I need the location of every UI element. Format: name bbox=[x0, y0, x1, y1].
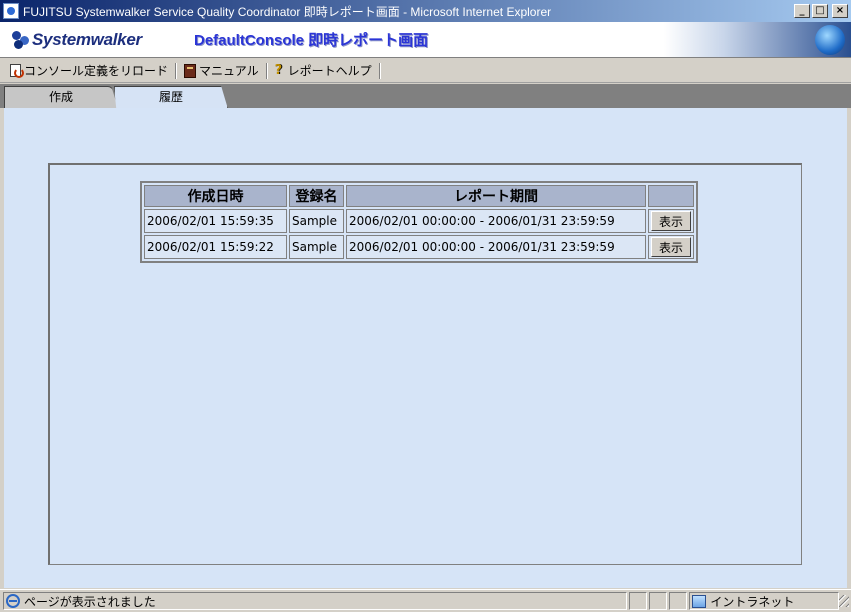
intranet-zone-icon bbox=[692, 594, 707, 608]
cell-name: Sample bbox=[289, 209, 344, 233]
title-bar: FUJITSU Systemwalker Service Quality Coo… bbox=[0, 0, 851, 22]
status-message-pane: ページが表示されました bbox=[3, 592, 627, 610]
toolbar-separator bbox=[378, 62, 381, 79]
reload-console-label: コンソール定義をリロード bbox=[24, 64, 169, 78]
show-report-button[interactable]: 表示 bbox=[651, 211, 691, 231]
toolbar: コンソール定義をリロード マニュアル レポートヘルプ bbox=[0, 59, 851, 83]
ie-page-icon bbox=[6, 594, 20, 608]
security-zone-pane[interactable]: イントラネット bbox=[689, 592, 840, 610]
cell-created: 2006/02/01 15:59:35 bbox=[144, 209, 287, 233]
table-row: 2006/02/01 15:59:35 Sample 2006/02/01 00… bbox=[144, 209, 694, 233]
systemwalker-logo: Systemwalker bbox=[12, 30, 182, 50]
cell-action: 表示 bbox=[648, 235, 694, 259]
header-period: レポート期間 bbox=[346, 185, 646, 207]
status-message: ページが表示されました bbox=[24, 594, 156, 609]
minimize-button[interactable]: _ bbox=[794, 4, 810, 18]
report-help-label: レポートヘルプ bbox=[287, 64, 372, 78]
header-created: 作成日時 bbox=[144, 185, 287, 207]
reload-console-button[interactable]: コンソール定義をリロード bbox=[6, 62, 172, 79]
table-row: 2006/02/01 15:59:22 Sample 2006/02/01 00… bbox=[144, 235, 694, 259]
tab-create[interactable]: 作成 bbox=[4, 86, 118, 108]
status-pane bbox=[649, 592, 668, 610]
show-report-button[interactable]: 表示 bbox=[651, 237, 691, 257]
logo-text: Systemwalker bbox=[32, 29, 142, 49]
history-panel: 作成日時 登録名 レポート期間 2006/02/01 15:59:35 Samp… bbox=[48, 163, 802, 565]
cell-created: 2006/02/01 15:59:22 bbox=[144, 235, 287, 259]
history-table: 作成日時 登録名 レポート期間 2006/02/01 15:59:35 Samp… bbox=[140, 181, 698, 263]
page-title: DefaultConsole 即時レポート画面 bbox=[194, 32, 429, 49]
cell-name: Sample bbox=[289, 235, 344, 259]
toolbar-separator bbox=[175, 62, 178, 79]
manual-button[interactable]: マニュアル bbox=[180, 62, 263, 79]
content-area: 作成日時 登録名 レポート期間 2006/02/01 15:59:35 Samp… bbox=[4, 108, 847, 588]
security-zone-label: イントラネット bbox=[710, 594, 795, 609]
window-title: FUJITSU Systemwalker Service Quality Coo… bbox=[23, 4, 552, 19]
status-bar: ページが表示されました イントラネット bbox=[0, 589, 851, 612]
header-name: 登録名 bbox=[289, 185, 344, 207]
maximize-button[interactable]: □ bbox=[812, 4, 828, 18]
close-button[interactable]: × bbox=[832, 4, 848, 18]
ie-window-icon[interactable] bbox=[3, 3, 19, 19]
reload-icon bbox=[10, 64, 24, 78]
banner-decoration-icon bbox=[815, 25, 845, 55]
tab-history[interactable]: 履歴 bbox=[114, 86, 228, 109]
manual-label: マニュアル bbox=[199, 64, 259, 78]
tab-strip: 作成 履歴 bbox=[0, 84, 851, 109]
window-controls: _ □ × bbox=[794, 4, 848, 18]
help-icon bbox=[275, 64, 285, 78]
toolbar-separator bbox=[265, 62, 268, 79]
cell-action: 表示 bbox=[648, 209, 694, 233]
header-action bbox=[648, 185, 694, 207]
status-pane bbox=[669, 592, 688, 610]
book-icon bbox=[184, 63, 197, 78]
table-header-row: 作成日時 登録名 レポート期間 bbox=[144, 185, 694, 207]
status-pane bbox=[629, 592, 648, 610]
resize-grip[interactable] bbox=[839, 595, 849, 607]
logo-mark-icon bbox=[12, 30, 30, 49]
cell-period: 2006/02/01 00:00:00 - 2006/01/31 23:59:5… bbox=[346, 209, 646, 233]
app-banner: Systemwalker DefaultConsole 即時レポート画面 bbox=[0, 22, 851, 58]
cell-period: 2006/02/01 00:00:00 - 2006/01/31 23:59:5… bbox=[346, 235, 646, 259]
report-help-button[interactable]: レポートヘルプ bbox=[271, 62, 376, 79]
